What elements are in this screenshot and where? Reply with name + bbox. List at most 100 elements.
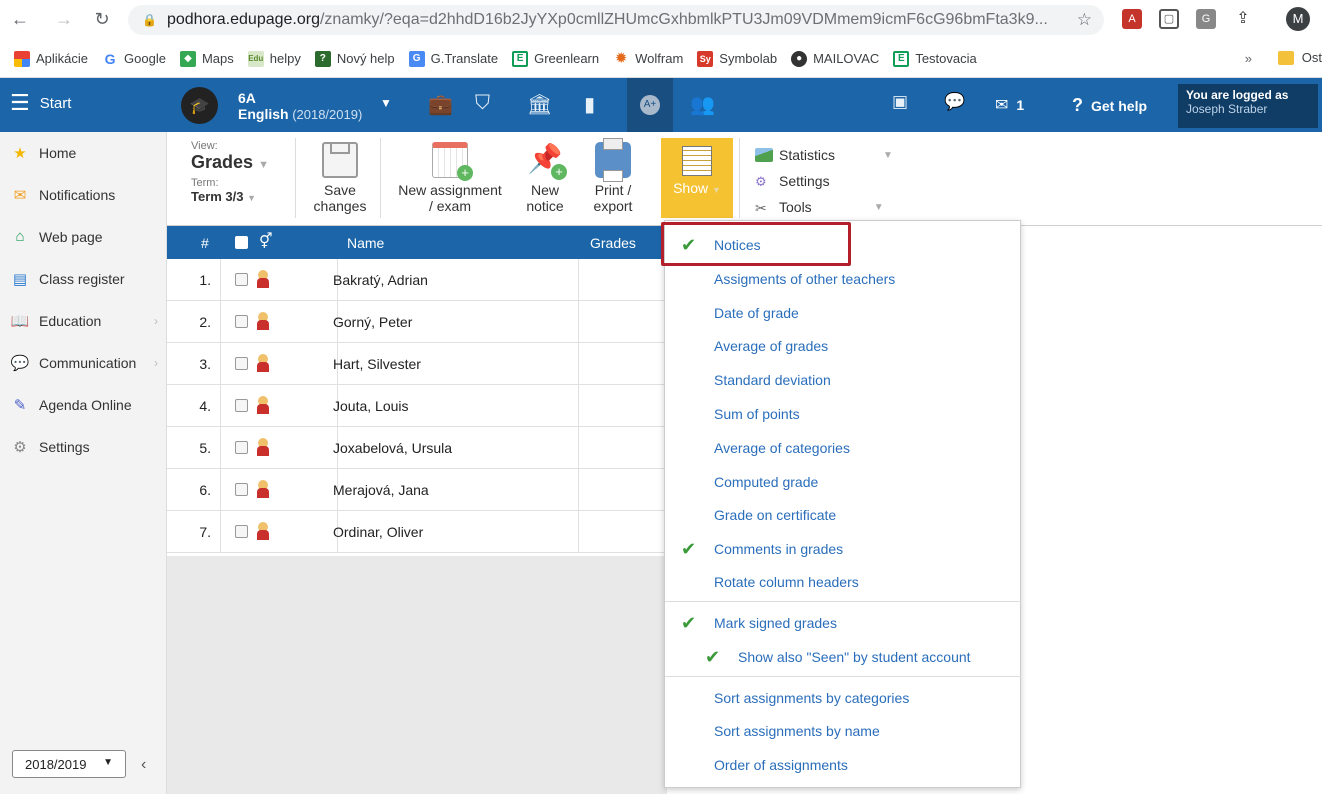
sidebar-item-web-page[interactable]: ⌂ Web page — [10, 228, 160, 246]
sidebar-item-education[interactable]: 📖 Education › — [10, 312, 160, 330]
table-row[interactable]: 3. Hart, Silvester — [167, 343, 667, 385]
show-menu-item[interactable]: Order of assignments — [665, 748, 1021, 782]
show-menu-item[interactable]: ✔ Show also "Seen" by student account — [665, 640, 1021, 674]
projector-icon[interactable]: ▣ — [892, 92, 908, 112]
show-menu-item[interactable]: Rotate column headers — [665, 565, 1021, 599]
g-extension-icon[interactable]: G — [1196, 9, 1216, 29]
shield-icon[interactable]: ⛉ — [475, 92, 490, 115]
start-menu-button[interactable]: ☰ Start — [10, 92, 71, 114]
table-row[interactable]: 7. Ordinar, Oliver — [167, 511, 667, 553]
student-name[interactable]: Hart, Silvester — [333, 356, 421, 372]
student-name[interactable]: Merajová, Jana — [333, 482, 429, 498]
sidebar-item-communication[interactable]: 💬 Communication › — [10, 354, 160, 372]
bookmark-translate[interactable]: G G.Translate — [408, 50, 498, 67]
bookmark-testovacia[interactable]: E Testovacia — [893, 50, 977, 67]
student-name[interactable]: Gorný, Peter — [333, 314, 412, 330]
user-account-box[interactable]: You are logged as Joseph Straber — [1178, 84, 1318, 128]
sidebar-item-notifications[interactable]: ✉ Notifications — [10, 186, 160, 204]
row-checkbox[interactable] — [235, 525, 248, 538]
table-row[interactable]: 2. Gorný, Peter — [167, 301, 667, 343]
bookmark-maps[interactable]: ◆ Maps — [179, 50, 234, 67]
show-menu-item[interactable]: Assigments of other teachers — [665, 262, 1021, 296]
briefcase-icon[interactable]: 💼 — [428, 92, 453, 117]
profile-avatar[interactable]: M — [1286, 7, 1310, 31]
show-menu-item[interactable]: Sort assignments by name — [665, 714, 1021, 748]
bookmark-wolfram[interactable]: ✹ Wolfram — [613, 50, 683, 67]
checkmark-icon: ✔ — [681, 538, 697, 559]
class-selector[interactable]: 6A English (2018/2019) — [238, 90, 362, 122]
grades-tab-icon[interactable]: A+ — [627, 78, 673, 132]
bookmarks-overflow-button[interactable]: » — [1245, 51, 1252, 66]
sidebar-item-home[interactable]: ★ Home — [10, 144, 160, 162]
sidebar-item-agenda-online[interactable]: ✎ Agenda Online — [10, 396, 160, 414]
student-name[interactable]: Ordinar, Oliver — [333, 524, 423, 540]
bookmark-greenlearn[interactable]: E Greenlearn — [512, 50, 599, 67]
show-menu-item[interactable]: Standard deviation — [665, 363, 1021, 397]
year-select[interactable]: 2018/2019 ▼ — [12, 750, 126, 778]
row-checkbox[interactable] — [235, 399, 248, 412]
show-menu-item[interactable]: ✔ Comments in grades — [665, 532, 1021, 566]
show-menu-item[interactable]: Sort assignments by categories — [665, 681, 1021, 715]
view-selector[interactable]: View: Grades ▼ Term: Term 3/3 ▼ — [191, 140, 269, 204]
screen-extension-icon[interactable]: ▢ — [1159, 9, 1179, 29]
address-bar[interactable]: 🔒 podhora.edupage.org /znamky/?eqa=d2hhd… — [128, 5, 1104, 35]
show-menu-item[interactable]: Computed grade — [665, 465, 1021, 499]
statistics-menu[interactable]: Statistics ▼ — [755, 142, 893, 168]
show-menu-item[interactable]: Average of grades — [665, 329, 1021, 363]
student-name[interactable]: Joxabelová, Ursula — [333, 440, 452, 456]
table-row[interactable]: 4. Jouta, Louis — [167, 385, 667, 427]
show-menu-item[interactable]: Grade on certificate — [665, 498, 1021, 532]
tools-menu[interactable]: ✂ Tools ▼ — [755, 194, 893, 220]
sidebar-item-settings[interactable]: ⚙ Settings — [10, 438, 160, 456]
table-row[interactable]: 5. Joxabelová, Ursula — [167, 427, 667, 469]
pdf-extension-icon[interactable]: A — [1122, 9, 1142, 29]
show-menu-item[interactable]: Sum of points — [665, 397, 1021, 431]
show-menu-item[interactable]: ✔ Mark signed grades — [665, 606, 1021, 640]
new-notice-button[interactable]: 📌 + New notice — [521, 142, 569, 214]
row-checkbox[interactable] — [235, 483, 248, 496]
get-help-button[interactable]: ? Get help — [1072, 95, 1147, 116]
reload-icon[interactable]: ↻ — [88, 9, 116, 30]
chat-bubbles-icon[interactable]: 💬 — [944, 92, 965, 112]
bookmark-apps[interactable]: Aplikácie — [14, 50, 88, 67]
show-menu-item[interactable]: Average of categories — [665, 431, 1021, 465]
caret-down-icon[interactable]: ▼ — [380, 96, 392, 110]
bookmark-star-icon[interactable]: ☆ — [1077, 10, 1092, 30]
sidebar-item-class-register[interactable]: ▤ Class register — [10, 270, 160, 288]
student-name[interactable]: Jouta, Louis — [333, 398, 409, 414]
bookmark-novy-help[interactable]: ? Nový help — [314, 50, 395, 67]
bookmark-symbolab[interactable]: Sy Symbolab — [697, 50, 777, 67]
row-checkbox[interactable] — [235, 441, 248, 454]
term-value[interactable]: Term 3/3 — [191, 189, 244, 204]
row-checkbox[interactable] — [235, 315, 248, 328]
bar-chart-icon[interactable]: ▮ — [584, 92, 595, 117]
header-name[interactable]: Name — [347, 235, 384, 251]
row-checkbox[interactable] — [235, 357, 248, 370]
table-row[interactable]: 6. Merajová, Jana — [167, 469, 667, 511]
bookmark-google[interactable]: G Google — [102, 51, 166, 67]
show-menu-item[interactable]: Date of grade — [665, 296, 1021, 330]
gender-icon[interactable]: ⚥ — [259, 232, 273, 250]
select-all-checkbox[interactable] — [235, 236, 248, 249]
table-row[interactable]: 1. Bakratý, Adrian — [167, 259, 667, 301]
institution-icon[interactable]: 🏛 — [527, 92, 552, 117]
bookmark-helpy[interactable]: Edu helpy — [247, 50, 301, 67]
graduation-cap-icon[interactable]: 🎓 — [181, 87, 218, 124]
people-icon[interactable]: 👥 — [690, 92, 715, 117]
student-avatar-icon — [257, 438, 269, 456]
save-changes-button[interactable]: Save changes — [310, 142, 370, 214]
collapse-sidebar-icon[interactable]: ‹ — [141, 756, 146, 774]
student-name[interactable]: Bakratý, Adrian — [333, 272, 428, 288]
bookmark-mailovac[interactable]: ● MAILOVAC — [791, 50, 879, 67]
forward-arrow-icon[interactable]: → — [50, 9, 78, 30]
row-number: 2. — [199, 314, 211, 330]
messages-button[interactable]: ✉ 1 — [995, 95, 1024, 115]
bookmark-folder-other[interactable]: Ost — [1277, 50, 1322, 65]
print-export-button[interactable]: Print / export — [587, 138, 639, 214]
show-menu-button[interactable]: Show ▼ — [661, 138, 733, 218]
settings-menu[interactable]: ⚙ Settings — [755, 168, 893, 194]
new-assignment-button[interactable]: + New assignment / exam — [391, 142, 509, 214]
row-checkbox[interactable] — [235, 273, 248, 286]
back-arrow-icon[interactable]: ← — [6, 9, 34, 30]
cast-extension-icon[interactable]: ⇪ — [1233, 9, 1253, 29]
